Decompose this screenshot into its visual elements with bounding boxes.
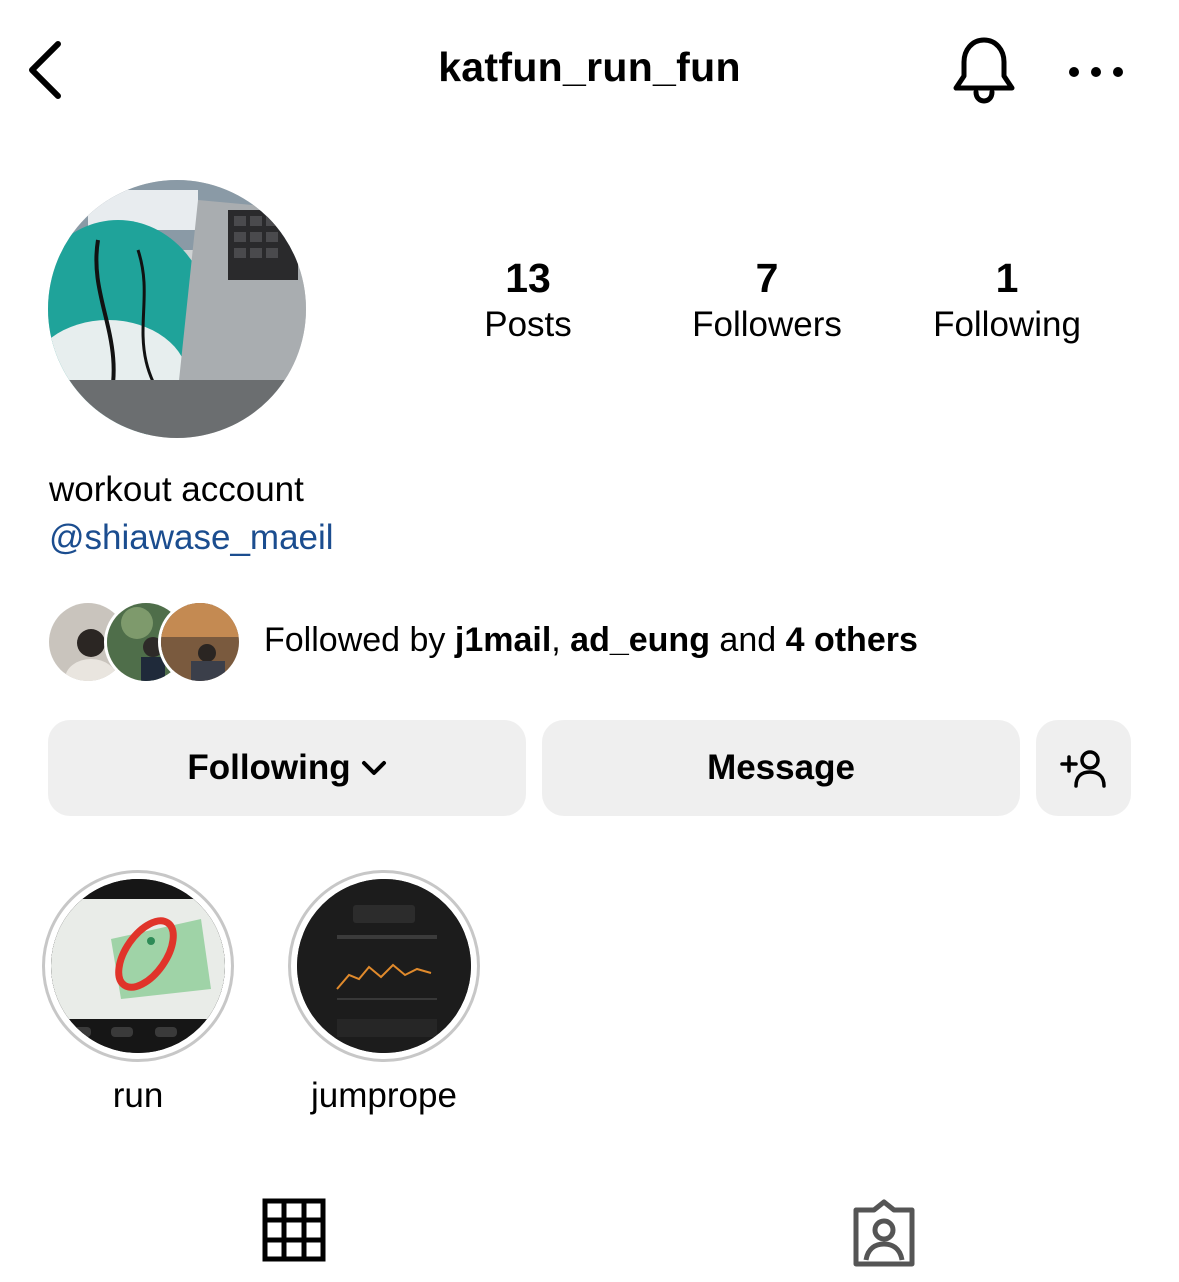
add-person-icon [1059,750,1106,788]
followed-by-user-1: j1mail [454,621,552,659]
tab-tagged[interactable] [848,1198,920,1268]
grid-icon [262,1198,326,1262]
tab-posts-grid[interactable] [262,1198,326,1262]
stat-posts-count: 13 [505,255,551,301]
add-person-button[interactable] [1036,720,1131,816]
stat-posts[interactable]: 13 Posts [408,254,648,348]
followed-by-prefix: Followed by [264,621,455,659]
stat-following[interactable]: 1 Following [887,254,1127,348]
more-options-button[interactable] [1064,54,1128,90]
message-button[interactable]: Message [542,720,1020,816]
highlight-run[interactable] [42,870,234,1062]
stat-followers-label: Followers [692,305,842,344]
bio-mention-link[interactable]: @shiawase_maeil [49,516,334,560]
message-button-label: Message [707,748,855,787]
highlight-jumprope[interactable] [288,870,480,1062]
highlight-jumprope-label: jumprope [311,1076,457,1115]
highlight-run-label: run [112,1076,164,1115]
following-button-label: Following [187,748,351,787]
mutual-avatar-3[interactable] [158,600,242,684]
stat-followers[interactable]: 7 Followers [647,254,887,348]
bio-text: workout account [49,470,304,509]
stat-posts-label: Posts [484,305,572,344]
stat-followers-count: 7 [755,255,779,301]
more-horizontal-icon [1069,67,1123,77]
followed-by-text[interactable]: Followed by j1mail, ad_eung and 4 others [264,618,918,662]
followed-by-user-2: ad_eung [570,621,710,659]
highlight-jumprope-cover [297,879,471,1053]
stat-following-count: 1 [995,255,1019,301]
followed-by-others: 4 others [785,621,918,659]
chevron-down-icon [361,761,386,775]
bell-icon [953,37,1015,104]
profile-avatar[interactable] [48,180,306,438]
tagged-person-icon [853,1199,915,1267]
followed-by-and: and [709,621,786,659]
notifications-button[interactable] [948,34,1020,106]
following-button[interactable]: Following [48,720,526,816]
stat-following-label: Following [933,305,1081,344]
highlight-run-cover [51,879,225,1053]
followed-by-separator: , [551,621,571,659]
